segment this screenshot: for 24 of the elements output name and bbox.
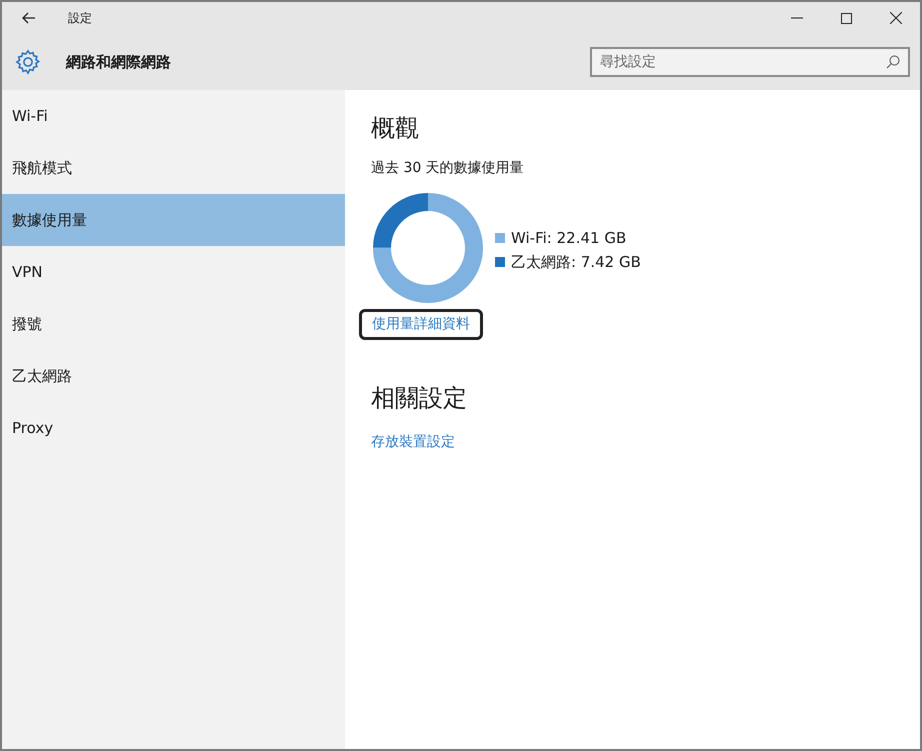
search-icon[interactable] <box>886 55 900 69</box>
sidebar-item[interactable]: 乙太網路 <box>2 350 345 402</box>
sidebar-item[interactable]: 撥號 <box>2 298 345 350</box>
usage-details-link[interactable]: 使用量詳細資料 <box>359 309 483 340</box>
sidebar-item[interactable]: Proxy <box>2 402 345 454</box>
usage-caption: 過去 30 天的數據使用量 <box>371 159 525 178</box>
minimize-icon[interactable] <box>791 17 803 19</box>
sidebar-item[interactable]: VPN <box>2 246 345 298</box>
legend-label: Wi-Fi: 22.41 GB <box>511 228 626 248</box>
gear-icon <box>14 48 42 76</box>
window-title: 設定 <box>68 10 92 27</box>
search-box[interactable]: 尋找設定 <box>590 47 910 77</box>
legend-label: 乙太網路: 7.42 GB <box>511 252 641 273</box>
storage-settings-link[interactable]: 存放裝置設定 <box>371 432 920 453</box>
section-heading: 概觀 <box>371 113 420 144</box>
close-icon[interactable] <box>890 12 902 24</box>
back-arrow-icon[interactable] <box>22 12 36 24</box>
sidebar-item[interactable]: 數據使用量 <box>2 194 345 246</box>
sidebar-item[interactable]: 飛航模式 <box>2 142 345 194</box>
search-field[interactable]: 尋找設定 <box>600 49 886 75</box>
page-title: 網路和網際網路 <box>66 52 171 73</box>
maximize-icon[interactable] <box>841 12 852 24</box>
section-heading: 相關設定 <box>371 383 468 414</box>
sidebar-item[interactable]: Wi-Fi <box>2 90 345 142</box>
